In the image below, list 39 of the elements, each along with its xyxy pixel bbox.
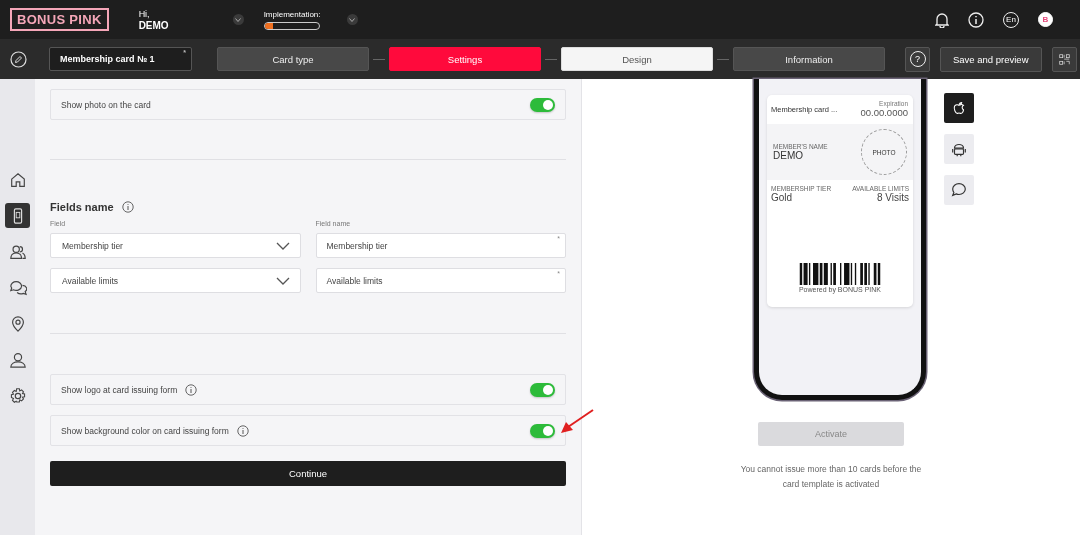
logo[interactable]: BONUS PINK xyxy=(10,8,109,31)
tier-value: Gold xyxy=(771,192,794,203)
apple-icon[interactable] xyxy=(944,93,974,123)
limits-value: 8 Visits xyxy=(876,192,909,203)
toggle-label: Show photo on the card xyxy=(61,99,151,110)
step-tab[interactable]: Settings xyxy=(389,47,541,71)
toggle-label: Show background color on card issuing form xyxy=(61,425,229,436)
help-button[interactable]: ? xyxy=(905,46,930,72)
chat-bubble-icon[interactable] xyxy=(944,175,974,205)
continue-button[interactable]: Continue xyxy=(50,461,566,486)
qr-code-button[interactable] xyxy=(1051,46,1077,72)
bell-icon[interactable] xyxy=(935,11,949,28)
user-name: DEMO xyxy=(138,19,169,32)
chevron-down-icon xyxy=(275,276,290,285)
annotation-arrow xyxy=(560,409,594,435)
toggle-switch[interactable] xyxy=(530,423,555,438)
chevron-down-icon xyxy=(275,241,290,250)
android-icon[interactable] xyxy=(944,134,974,164)
toggle-switch[interactable] xyxy=(530,97,555,112)
field-dropdown[interactable]: Available limits xyxy=(50,268,301,293)
field-dropdown[interactable]: Membership tier xyxy=(50,233,301,258)
member-name: DEMO xyxy=(773,150,804,161)
activation-note: You cannot issue more than 10 cards before the card template is activated xyxy=(739,463,923,491)
qr-code-icon xyxy=(1058,51,1070,67)
step-tab[interactable]: Design xyxy=(561,47,713,71)
phone-card-icon[interactable] xyxy=(5,203,30,228)
step-tab[interactable]: Information xyxy=(733,47,885,71)
expiration-date: 00.00.0000 xyxy=(860,107,908,118)
greeting-label: Hi, xyxy=(138,7,151,20)
toggle-label: Show logo at card issuing form xyxy=(61,384,178,395)
edit-icon[interactable] xyxy=(10,50,27,68)
save-and-preview-button[interactable]: Save and preview xyxy=(940,46,1042,72)
section-title: Fields name xyxy=(50,201,114,213)
toggle-switch[interactable] xyxy=(530,382,555,397)
chevron-down-icon[interactable] xyxy=(346,14,358,25)
step-tab[interactable]: Card type xyxy=(217,47,369,71)
avatar[interactable]: B xyxy=(1038,12,1053,27)
chevron-down-icon[interactable] xyxy=(232,14,244,25)
implementation-label: Implementation: xyxy=(263,9,321,19)
